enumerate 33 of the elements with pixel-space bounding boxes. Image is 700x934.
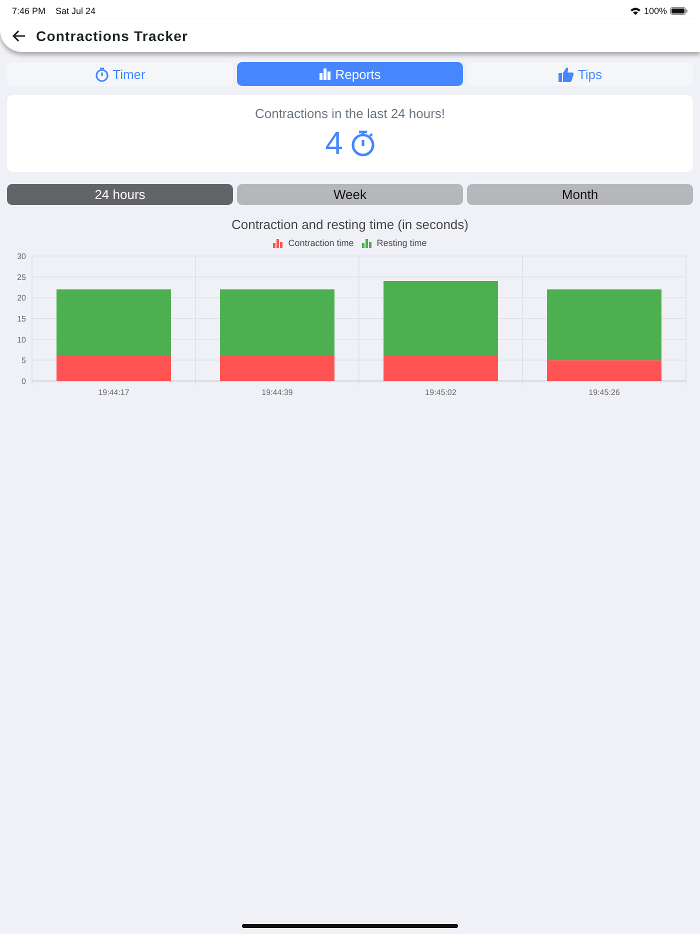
tab[interactable]: Tips [467,62,693,86]
stopwatch-icon [350,130,375,156]
axis-tick-label: 19:44:17 [98,388,130,397]
thumbs-up-icon [558,66,574,82]
contraction-count: 4 [325,124,343,162]
status-time: 7:46 PM [12,6,46,16]
battery-percent: 100% [644,6,667,16]
legend-label: Resting time [376,238,427,248]
status-date: Sat Jul 24 [56,6,96,16]
axis-tick-label: 10 [17,335,26,344]
range-tab[interactable]: Month [467,184,693,205]
axis-tick-label: 15 [17,314,26,324]
axis-tick-label: 19:45:26 [588,388,620,397]
range-tab[interactable]: Week [237,184,463,205]
axis-tick-label: 0 [22,377,26,386]
back-arrow-icon[interactable] [12,30,26,42]
tab[interactable]: Reports [237,62,463,86]
range-tab[interactable]: 24 hours [7,184,233,205]
stopwatch-icon [94,66,109,82]
axis-tick-label: 20 [17,294,26,303]
legend-label: Contraction time [288,238,354,248]
axis-tick-label: 25 [17,272,26,282]
summary-caption: Contractions in the last 24 hours! [254,106,446,120]
battery-icon [670,7,688,15]
axis-tick-label: 30 [17,252,26,261]
axis-tick-label: 5 [22,356,26,366]
axis-tick-label: 19:45:02 [425,388,456,397]
wifi-icon [630,7,641,15]
axis-tick-label: 19:44:39 [262,388,293,397]
tab[interactable]: Timer [7,62,233,86]
bar-chart-icon [319,68,332,80]
chart-title: Contraction and resting time (in seconds) [230,217,470,232]
app-title: Contractions Tracker [36,28,188,44]
